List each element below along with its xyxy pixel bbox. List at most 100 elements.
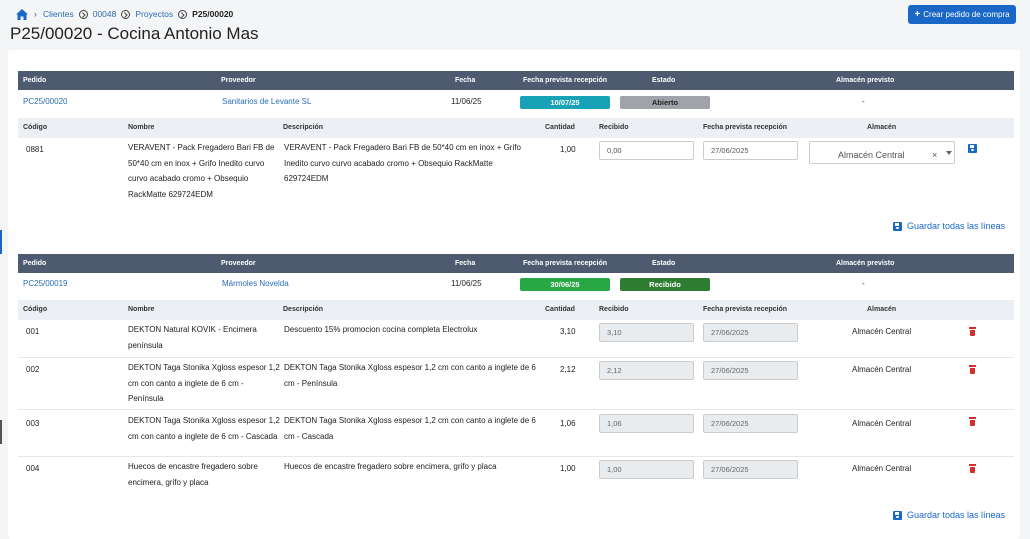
home-icon[interactable]	[16, 8, 28, 20]
supplier-link[interactable]: Sanitarios de Levante SL	[222, 97, 311, 106]
side-marker	[0, 420, 2, 444]
line-description: VERAVENT - Pack Fregadero Bari FB de 50*…	[284, 140, 534, 187]
side-marker	[0, 230, 2, 254]
line-name-text: DEKTON Natural KOVIK - Encimera	[128, 325, 257, 334]
line-name-text: encimera, grifo y placa	[128, 477, 209, 487]
order-row: PC25/00020 Sanitarios de Levante SL 11/0…	[18, 91, 1014, 113]
supplier-link[interactable]: Mármoles Novelda	[222, 279, 289, 288]
line-name: DEKTON Natural KOVIK - Encimera penínsul…	[128, 322, 288, 353]
line-name-text: cm con canto a inglete de 6 cm -	[128, 378, 244, 388]
col-almacen: Almacén previsto	[836, 77, 895, 84]
received-input: 3,10	[599, 323, 694, 342]
delete-line-icon[interactable]	[969, 327, 976, 336]
table-row: 001 DEKTON Natural KOVIK - Encimera pení…	[18, 320, 1014, 358]
line-quantity: 1,00	[560, 464, 576, 473]
chevron-right-icon: ›	[34, 9, 37, 19]
new-purchase-order-button[interactable]: + Crear pedido de compra	[908, 5, 1016, 24]
status-badge: Recibido	[620, 278, 710, 291]
line-name-text: 50*40 cm en inox + Grifo Inedito curvo	[128, 158, 265, 168]
line-name: DEKTON Taga Stonika Xgloss espesor 1,2 c…	[128, 413, 298, 444]
col-cantidad: Cantidad	[545, 124, 575, 131]
col-estado: Estado	[652, 260, 676, 267]
received-input: 2,12	[599, 361, 694, 380]
line-description-text: VERAVENT - Pack Fregadero Bari FB de 50*…	[284, 143, 521, 152]
delete-line-icon[interactable]	[969, 365, 976, 374]
col-fecha: Fecha	[455, 77, 476, 84]
received-input[interactable]: 0,00	[599, 141, 694, 160]
line-name-text: VERAVENT - Pack Fregadero Bari FB de	[128, 143, 275, 152]
line-quantity: 2,12	[560, 365, 576, 374]
top-bar: › Clientes 00048 Proyectos P25/00020 P25…	[0, 0, 1030, 50]
line-name-text: DEKTON Taga Stonika Xgloss espesor 1,2	[128, 416, 280, 425]
breadcrumb-clientes[interactable]: Clientes	[43, 9, 74, 19]
line-name: VERAVENT - Pack Fregadero Bari FB de 50*…	[128, 140, 288, 202]
col-nombre: Nombre	[128, 124, 155, 131]
col-fecha-prevista: Fecha prevista recepción	[703, 306, 788, 313]
table-row: 0881 VERAVENT - Pack Fregadero Bari FB d…	[18, 138, 1014, 206]
order-row: PC25/00019 Mármoles Novelda 11/06/25 30/…	[18, 273, 1014, 295]
expected-date-badge: 30/06/25	[520, 278, 610, 291]
line-description: Descuento 15% promocion cocina completa …	[284, 322, 534, 338]
line-description: DEKTON Taga Stonika Xgloss espesor 1,2 c…	[284, 360, 544, 391]
col-almacen: Almacén	[867, 306, 897, 313]
col-recibido: Recibido	[599, 306, 629, 313]
order-link[interactable]: PC25/00019	[23, 279, 67, 288]
line-quantity: 1,06	[560, 419, 576, 428]
line-name-text: RackMatte 629724EDM	[128, 189, 213, 199]
caret-down-icon[interactable]	[946, 151, 952, 155]
save-all-lines-label: Guardar todas las líneas	[907, 510, 1006, 520]
expected-date-input[interactable]: 27/06/2025	[703, 141, 798, 160]
chevron-circle-icon	[178, 9, 188, 19]
warehouse-select-value: Almacén Central	[838, 150, 905, 160]
clear-icon[interactable]: ×	[932, 148, 937, 164]
line-name: DEKTON Taga Stonika Xgloss espesor 1,2 c…	[128, 360, 288, 407]
order-link[interactable]: PC25/00020	[23, 97, 67, 106]
expected-warehouse: -	[862, 279, 865, 288]
col-descripcion: Descripción	[283, 124, 324, 131]
line-name-text: curvo acabado cromo + Obsequio	[128, 174, 249, 183]
line-name-text: Península	[128, 394, 164, 403]
save-all-lines-button[interactable]: Guardar todas las líneas	[893, 510, 1005, 520]
col-cantidad: Cantidad	[545, 306, 575, 313]
received-input: 1,06	[599, 414, 694, 433]
col-almacen: Almacén	[867, 124, 897, 131]
save-all-lines-button[interactable]: Guardar todas las líneas	[893, 221, 1005, 231]
line-description-text: DEKTON Taga Stonika Xgloss espesor 1,2 c…	[284, 416, 536, 425]
save-all-lines-label: Guardar todas las líneas	[907, 221, 1006, 231]
col-fecha-prevista: Fecha prevista recepción	[523, 260, 608, 267]
save-icon	[893, 221, 902, 231]
breadcrumb-current: P25/00020	[192, 9, 234, 19]
line-description-text: cm - Península	[284, 378, 338, 388]
col-fecha: Fecha	[455, 260, 476, 267]
table-row: 003 DEKTON Taga Stonika Xgloss espesor 1…	[18, 410, 1014, 457]
line-quantity: 1,00	[560, 145, 576, 154]
line-warehouse: Almacén Central	[852, 365, 912, 374]
line-description-text: Huecos de encastre fregadero sobre encim…	[284, 462, 497, 471]
line-warehouse: Almacén Central	[852, 327, 912, 336]
line-name-text: DEKTON Taga Stonika Xgloss espesor 1,2	[128, 363, 280, 372]
delete-line-icon[interactable]	[969, 417, 976, 426]
table-row: 002 DEKTON Taga Stonika Xgloss espesor 1…	[18, 358, 1014, 410]
breadcrumb-proyectos[interactable]: Proyectos	[135, 9, 173, 19]
line-code: 001	[26, 327, 40, 336]
save-line-icon[interactable]	[968, 144, 977, 153]
delete-line-icon[interactable]	[969, 464, 976, 473]
status-badge: Abierto	[620, 96, 710, 109]
table-row: 004 Huecos de encastre fregadero sobre e…	[18, 457, 1014, 495]
received-input: 1,00	[599, 460, 694, 479]
line-description: Huecos de encastre fregadero sobre encim…	[284, 459, 534, 475]
warehouse-select[interactable]: Almacén Central ×	[809, 141, 955, 164]
line-description: DEKTON Taga Stonika Xgloss espesor 1,2 c…	[284, 413, 544, 444]
breadcrumb-cliente-id[interactable]: 00048	[93, 9, 117, 19]
col-proveedor: Proveedor	[221, 260, 256, 267]
expected-date-input: 27/06/2025	[703, 414, 798, 433]
page-title: P25/00020 - Cocina Antonio Mas	[10, 24, 259, 43]
col-pedido: Pedido	[23, 260, 47, 267]
chevron-circle-icon	[78, 9, 88, 19]
col-estado: Estado	[652, 77, 676, 84]
save-icon	[893, 510, 902, 520]
line-code: 0881	[26, 145, 44, 154]
lines-header: Código Nombre Descripción Cantidad Recib…	[18, 300, 1014, 320]
order-header: Pedido Proveedor Fecha Fecha prevista re…	[18, 71, 1014, 90]
line-code: 004	[26, 464, 40, 473]
